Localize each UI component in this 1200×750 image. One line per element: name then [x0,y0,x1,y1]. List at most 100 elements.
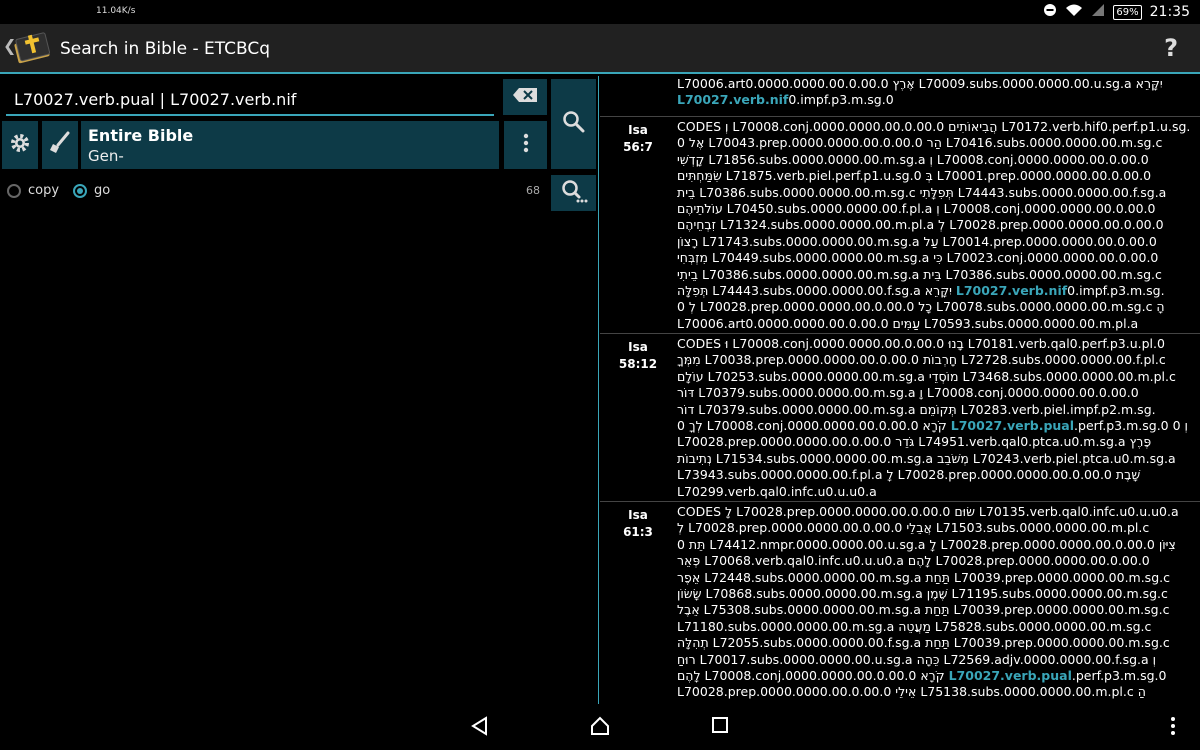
more-vert-icon[interactable] [1170,716,1176,740]
search-icon [561,109,587,139]
line-text: רָצוֹן L71743.subs.0000.0000.00.m.sg.a ע… [677,233,1157,249]
line-text: אֶל 0 L70043.prep.0000.0000.00.0.00.0 הַ… [677,135,1163,151]
verse-line: רוּחַ L70017.subs.0000.0000.00.u.sg.a כֵ… [677,652,1197,668]
verse-line: רָצוֹן L71743.subs.0000.0000.00.m.sg.a ע… [677,234,1197,250]
options-menu-button[interactable] [504,121,547,169]
verse-line: תְּפִלָּה L74443.subs.0000.0000.00.f.sg.… [677,283,1197,299]
verse-line: לְ L70028.prep.0000.0000.00.0.00.0 אֲבֵל… [677,520,1197,536]
verse-line: L73943.subs.0000.0000.00.f.pl.a לָ L7002… [677,467,1197,483]
status-bar: 11.04K/s 69% 21:35 [0,0,1200,24]
line-text: לְ L70028.prep.0000.0000.00.0.00.0 אֲבֵל… [677,520,1150,536]
clear-search-button[interactable] [503,79,547,115]
mode-copy[interactable]: copy [7,183,59,198]
verse-line: CODES וְ L70008.conj.0000.0000.00.0.00.0… [677,119,1197,135]
signal-icon [1091,3,1105,21]
verse-line: מִזְבְּחִי L70449.subs.0000.0000.00.m.sg… [677,250,1197,266]
verse-line: מִמְּךָ L70038.prep.0000.0000.00.0.00.0 … [677,352,1197,368]
line-text: תְהִלָּה L72055.subs.0000.0000.00.f.sg.a… [677,635,1170,651]
line-text: נְתִיבוֹת L71534.subs.0000.0000.00.m.sg.… [677,450,1176,466]
mode-go[interactable]: go [73,183,110,198]
verse-text: CODES לָ L70028.prep.0000.0000.00.0.00.0… [677,504,1197,701]
page-title: Search in Bible - ETCBCq [60,39,271,59]
line-text: עוֹלֹתֵיהֶם L70450.subs.0000.0000.00.f.p… [677,200,1156,216]
line-text: שָׂשׂוֹן L70868.subs.0000.0000.00.m.sg.a… [677,585,1168,601]
battery-indicator: 69% [1113,4,1142,20]
line-text: מִמְּךָ L70038.prep.0000.0000.00.0.00.0 … [677,352,1166,368]
home-nav-icon[interactable] [590,716,610,740]
recent-apps-icon[interactable] [711,716,729,738]
line-text: L70299.verb.qal0.infc.u0.u.u0.a [677,483,877,499]
line-text: מִזְבְּחִי L70449.subs.0000.0000.00.m.sg… [677,250,1159,266]
back-nav-icon[interactable] [470,716,490,740]
verse-line: L70006.art0.0000.0000.00.0.00.0 עַמִּים … [677,316,1197,332]
verse-line: שִׂמַּחְתִּים L71875.verb.piel.perf.p1.u… [677,168,1197,184]
verse-text: CODES וּ L70008.conj.0000.0000.00.0.00.0… [677,336,1197,500]
line-text: L73943.subs.0000.0000.00.f.pl.a לָ L7002… [677,467,1141,483]
search-button[interactable] [551,79,596,169]
verse-line: CODES וּ L70008.conj.0000.0000.00.0.00.0… [677,336,1197,352]
line-text: קָדְשִׁי L71856.subs.0000.0000.00.m.sg.a… [677,151,1149,167]
search-input[interactable] [14,86,484,112]
line-text: בֵיתִי L70386.subs.0000.0000.00.m.sg.a ב… [677,266,1162,282]
verse-line: לְ 0 L70028.prep.0000.0000.00.0.00.0 כָל… [677,299,1197,315]
verse-line: אֶל 0 L70043.prep.0000.0000.00.0.00.0 הַ… [677,135,1197,151]
line-text: 0.impf.p3.m.sg.0 [788,92,894,108]
line-text: עוֹלָם L70253.subs.0000.0000.00.m.sg.a מ… [677,368,1176,384]
scope-subtitle: Gen- [88,147,124,165]
line-text: CODES וְ L70008.conj.0000.0000.00.0.00.0… [677,119,1191,134]
verse-line: תֵּת 0 L74412.nmpr.0000.0000.00.u.sg.a ל… [677,537,1197,553]
go-label: go [94,183,111,198]
line-text: דּוֹר L70379.subs.0000.0000.00.m.sg.a וָ… [677,385,1139,401]
match-highlight: L70027.verb.nif [677,92,789,108]
status-icons: 69% 21:35 [1043,3,1190,21]
advanced-search-icon [560,178,588,208]
network-speed: 11.04K/s [96,6,136,16]
wifi-icon [1065,3,1083,21]
verse-text: CODES וְ L70008.conj.0000.0000.00.0.00.0… [677,119,1197,332]
verse-line: L70299.verb.qal0.infc.u0.u.u0.a [677,484,1197,500]
brush-button[interactable] [42,121,78,169]
line-text: פְּאֵר L70068.verb.qal0.infc.u0.u.u0.a ל… [677,553,1150,569]
verse-line: נְתִיבוֹת L71534.subs.0000.0000.00.m.sg.… [677,451,1197,467]
verse-reference[interactable]: Isa 56:7 [600,122,676,156]
verse-reference[interactable]: Isa 58:12 [600,339,676,373]
help-button[interactable]: ? [1164,34,1178,62]
pane-divider [598,76,599,704]
copy-label: copy [28,183,60,198]
match-highlight: L70027.verb.pual [950,417,1075,433]
bible-app-icon[interactable] [12,30,52,66]
line-text: רוּחַ L70017.subs.0000.0000.00.u.sg.a כֵ… [677,651,1157,667]
verse-line: L70027.verb.nif0.impf.p3.m.sg.0 [677,92,1197,108]
navigation-bar [0,704,1200,750]
verse-reference[interactable]: Isa 61:3 [600,507,676,541]
scope-selector[interactable]: Entire Bible Gen- [81,121,499,169]
line-text: דוֹר L70379.subs.0000.0000.00.m.sg.a תְּ… [677,401,1156,417]
brush-icon [48,131,72,159]
result-row[interactable]: Isa 58:12 CODES וּ L70008.conj.0000.0000.… [600,333,1200,499]
go-radio[interactable] [73,183,87,198]
verse-line: דוֹר L70379.subs.0000.0000.00.m.sg.a תְּ… [677,402,1197,418]
verse-line: תְהִלָּה L72055.subs.0000.0000.00.f.sg.a… [677,635,1197,651]
match-highlight: L70027.verb.pual [948,667,1072,683]
result-row[interactable]: Isa 61:3 CODES לָ L70028.prep.0000.0000.0… [600,501,1200,699]
verse-line: עוֹלָם L70253.subs.0000.0000.00.m.sg.a מ… [677,369,1197,385]
line-text: L71180.subs.0000.0000.00.m.sg.a מַעֲטֵה … [677,618,1152,634]
verse-line: אֵפֶר L72448.subs.0000.0000.00.m.sg.a תַ… [677,570,1197,586]
line-text: אֵבֶל L75308.subs.0000.0000.00.m.sg.a תַ… [677,602,1170,618]
settings-button[interactable] [2,121,38,169]
verse-line: L70028.prep.0000.0000.00.0.00.0 גֹּדֵר L… [677,434,1197,450]
results-list[interactable]: L70006.art0.0000.0000.00.0.00.0 אֶרֶץ L7… [600,76,1200,704]
line-text: בֵית L70386.subs.0000.0000.00.m.sg.c תְּ… [677,184,1167,200]
line-text: תֵּת 0 L74412.nmpr.0000.0000.00.u.sg.a ל… [677,536,1176,552]
clock: 21:35 [1149,4,1190,20]
verse-line: לְךָ 0 L70008.conj.0000.0000.00.0.00.0 ק… [677,418,1197,434]
verse-line: דּוֹר L70379.subs.0000.0000.00.m.sg.a וָ… [677,385,1197,401]
line-text: L70028.prep.0000.0000.00.0.00.0 אֵילֵי L… [677,684,1146,700]
advanced-search-button[interactable] [551,175,596,211]
result-row[interactable]: Isa 56:7 CODES וְ L70008.conj.0000.0000.0… [600,116,1200,331]
verse-line: CODES לָ L70028.prep.0000.0000.00.0.00.0… [677,504,1197,520]
verse-line: בֵית L70386.subs.0000.0000.00.m.sg.c תְּ… [677,185,1197,201]
line-text: CODES לָ L70028.prep.0000.0000.00.0.00.0… [677,504,1179,519]
copy-radio[interactable] [7,183,21,198]
backspace-icon [512,87,538,107]
